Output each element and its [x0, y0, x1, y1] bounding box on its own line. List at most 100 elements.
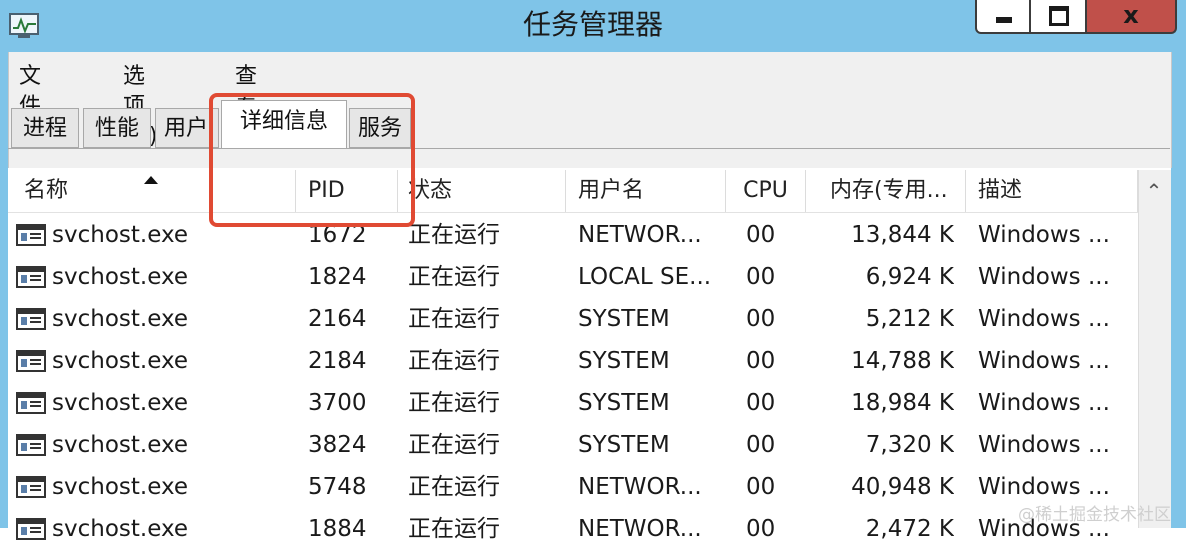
cell-name: svchost.exe — [52, 432, 189, 458]
cell-name: svchost.exe — [52, 264, 189, 290]
cell-description: Windows ... — [978, 390, 1110, 416]
column-header-label: 名称 — [24, 178, 69, 203]
exe-window-icon — [16, 266, 46, 288]
column-header-cpu[interactable]: CPU — [726, 170, 806, 212]
tab-processes[interactable]: 进程 — [11, 108, 79, 148]
table-row[interactable]: svchost.exe 3824 正在运行 SYSTEM 00 7,320 K … — [8, 424, 1138, 466]
column-header-memory[interactable]: 内存(专用... — [806, 170, 966, 212]
cell-pid: 2184 — [308, 348, 367, 374]
table-row[interactable]: svchost.exe 1884 正在运行 NETWOR... 00 2,472… — [8, 508, 1138, 550]
cell-cpu: 00 — [746, 474, 776, 500]
cell-memory: 40,948 K — [851, 474, 954, 500]
cell-username: NETWOR... — [578, 474, 702, 500]
cell-name: svchost.exe — [52, 348, 189, 374]
cell-cpu: 00 — [746, 432, 776, 458]
cell-description: Windows ... — [978, 222, 1110, 248]
cell-username: NETWOR... — [578, 516, 702, 542]
sort-ascending-icon — [144, 176, 158, 184]
cell-memory: 7,320 K — [865, 432, 954, 458]
menu-file[interactable]: 文件(F) — [19, 62, 49, 149]
column-header-username[interactable]: 用户名 — [566, 170, 726, 212]
cell-name: svchost.exe — [52, 390, 189, 416]
cell-cpu: 00 — [746, 264, 776, 290]
watermark: @稀土掘金技术社区 — [1018, 505, 1171, 525]
header-divider — [8, 212, 1138, 213]
cell-cpu: 00 — [746, 306, 776, 332]
cell-name: svchost.exe — [52, 306, 189, 332]
table-row[interactable]: svchost.exe 1824 正在运行 LOCAL SE... 00 6,9… — [8, 256, 1138, 298]
table-row[interactable]: svchost.exe 3700 正在运行 SYSTEM 00 18,984 K… — [8, 382, 1138, 424]
column-header-status[interactable]: 状态 — [398, 170, 566, 212]
exe-window-icon — [16, 350, 46, 372]
table-row[interactable]: svchost.exe 1672 正在运行 NETWOR... 00 13,84… — [8, 214, 1138, 256]
cell-pid: 3824 — [308, 432, 367, 458]
cell-username: NETWOR... — [578, 222, 702, 248]
exe-window-icon — [16, 518, 46, 540]
column-header-description[interactable]: 描述 — [966, 170, 1138, 212]
minimize-button[interactable] — [975, 0, 1031, 34]
menu-view[interactable]: 查看(V) — [235, 62, 267, 149]
close-icon: x — [1123, 1, 1139, 29]
cell-status: 正在运行 — [408, 348, 500, 374]
cell-description: Windows ... — [978, 432, 1110, 458]
cell-pid: 3700 — [308, 390, 367, 416]
close-button[interactable]: x — [1085, 0, 1177, 34]
cell-cpu: 00 — [746, 222, 776, 248]
cell-memory: 6,924 K — [865, 264, 954, 290]
column-header-name[interactable]: 名称 — [8, 170, 296, 212]
tab-performance[interactable]: 性能 — [83, 108, 151, 148]
cell-cpu: 00 — [746, 516, 776, 542]
cell-pid: 2164 — [308, 306, 367, 332]
vertical-scrollbar[interactable] — [1138, 170, 1171, 528]
cell-username: SYSTEM — [578, 348, 670, 374]
cell-description: Windows ... — [978, 348, 1110, 374]
tab-users[interactable]: 用户 — [155, 108, 219, 148]
chevron-up-icon[interactable]: ⌃ — [1138, 170, 1170, 212]
cell-pid: 1672 — [308, 222, 367, 248]
cell-cpu: 00 — [746, 390, 776, 416]
column-header-pid[interactable]: PID — [296, 170, 398, 212]
cell-username: LOCAL SE... — [578, 264, 712, 290]
window-frame-right — [1171, 52, 1186, 528]
table-row[interactable]: svchost.exe 2184 正在运行 SYSTEM 00 14,788 K… — [8, 340, 1138, 382]
menu-options[interactable]: 选项(O) — [123, 62, 157, 149]
cell-description: Windows ... — [978, 306, 1110, 332]
cell-memory: 14,788 K — [851, 348, 954, 374]
cell-status: 正在运行 — [408, 222, 500, 248]
cell-memory: 2,472 K — [865, 516, 954, 542]
cell-memory: 13,844 K — [851, 222, 954, 248]
tab-details[interactable]: 详细信息 — [221, 100, 347, 148]
cell-status: 正在运行 — [408, 390, 500, 416]
cell-pid: 5748 — [308, 474, 367, 500]
cell-description: Windows ... — [978, 264, 1110, 290]
cell-name: svchost.exe — [52, 474, 189, 500]
cell-pid: 1824 — [308, 264, 367, 290]
exe-window-icon — [16, 308, 46, 330]
cell-username: SYSTEM — [578, 432, 670, 458]
exe-window-icon — [16, 224, 46, 246]
maximize-button[interactable] — [1029, 0, 1087, 34]
cell-status: 正在运行 — [408, 432, 500, 458]
cell-status: 正在运行 — [408, 516, 500, 542]
cell-cpu: 00 — [746, 348, 776, 374]
exe-window-icon — [16, 434, 46, 456]
cell-status: 正在运行 — [408, 474, 500, 500]
cell-username: SYSTEM — [578, 390, 670, 416]
title-bar: 任务管理器 x — [0, 0, 1186, 52]
window-frame-left — [0, 52, 8, 528]
cell-pid: 1884 — [308, 516, 367, 542]
tab-services[interactable]: 服务 — [349, 108, 411, 148]
details-table: 名称 PID 状态 用户名 CPU 内存(专用... 描述 ⌃ svchost.… — [8, 170, 1171, 542]
cell-status: 正在运行 — [408, 264, 500, 290]
cell-name: svchost.exe — [52, 516, 189, 542]
table-row[interactable]: svchost.exe 5748 正在运行 NETWOR... 00 40,94… — [8, 466, 1138, 508]
cell-status: 正在运行 — [408, 306, 500, 332]
tab-strip-divider — [8, 148, 1170, 149]
table-row[interactable]: svchost.exe 2164 正在运行 SYSTEM 00 5,212 K … — [8, 298, 1138, 340]
exe-window-icon — [16, 392, 46, 414]
toolbar-area: 文件(F) 选项(O) 查看(V) 进程 性能 用户 详细信息 服务 — [8, 52, 1172, 168]
cell-username: SYSTEM — [578, 306, 670, 332]
cell-memory: 5,212 K — [865, 306, 954, 332]
exe-window-icon — [16, 476, 46, 498]
cell-memory: 18,984 K — [851, 390, 954, 416]
